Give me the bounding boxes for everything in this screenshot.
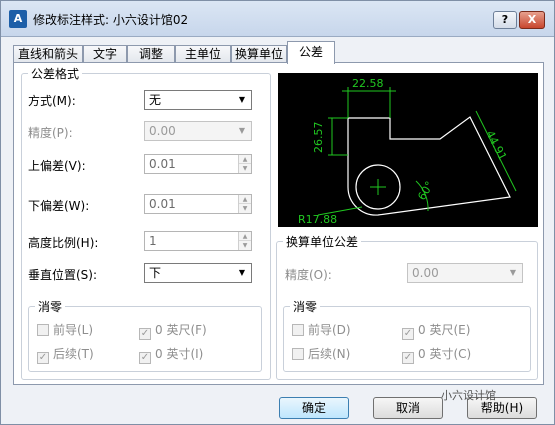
- vertical-position-label: 垂直位置(S):: [28, 268, 98, 282]
- precision-select[interactable]: 0.00 ▼: [144, 121, 252, 141]
- dim-text-left: 26.57: [312, 122, 325, 154]
- alt-trailing-label: 后续(N): [308, 347, 351, 361]
- spin-down-icon[interactable]: ▼: [239, 241, 251, 250]
- tab-text[interactable]: 文字: [83, 45, 127, 63]
- feet-label: 0 英尺(F): [155, 323, 207, 337]
- checkmark-icon[interactable]: ✓: [139, 352, 151, 364]
- alt-inches-checkbox[interactable]: ✓ 0 英寸(C): [402, 345, 471, 364]
- lower-deviation-input[interactable]: 0.01 ▲ ▼: [144, 194, 252, 214]
- checkbox-box[interactable]: [292, 348, 304, 360]
- method-select[interactable]: 无 ▼: [144, 90, 252, 110]
- checkmark-icon[interactable]: ✓: [37, 352, 49, 364]
- chevron-down-icon: ▼: [238, 126, 246, 135]
- alt-precision-label: 精度(O):: [285, 268, 332, 282]
- checkbox-box[interactable]: [292, 324, 304, 336]
- dim-text-right: 44.91: [483, 128, 509, 162]
- dimension-preview: 22.58 26.57 44.91 60° R17.88: [278, 73, 538, 227]
- precision-value: 0.00: [149, 124, 176, 138]
- help-title-button[interactable]: ?: [493, 11, 517, 29]
- ok-button[interactable]: 确定: [279, 397, 349, 419]
- group-title: 公差格式: [28, 65, 83, 82]
- leading-label: 前导(L): [53, 323, 94, 337]
- upper-deviation-input[interactable]: 0.01 ▲ ▼: [144, 154, 252, 174]
- cancel-button[interactable]: 取消: [373, 397, 443, 419]
- inches-checkbox[interactable]: ✓ 0 英寸(I): [139, 345, 203, 364]
- lower-deviation-label: 下偏差(W):: [28, 199, 90, 213]
- checkmark-icon[interactable]: ✓: [402, 352, 414, 364]
- alt-leading-checkbox[interactable]: 前导(D): [292, 321, 351, 338]
- method-value: 无: [149, 93, 162, 107]
- tab-lines-arrows[interactable]: 直线和箭头: [13, 45, 83, 63]
- dialog-window: A 修改标注样式: 小六设计馆02 ? X 直线和箭头 文字 调整 主单位 换算…: [0, 0, 555, 425]
- watermark: 小六设计馆: [441, 389, 496, 402]
- checkmark-icon[interactable]: ✓: [139, 328, 151, 340]
- chevron-down-icon: ▼: [509, 268, 517, 277]
- tolerance-format-group: 公差格式 方式(M): 无 ▼ 精度(P): 0.00 ▼ 上偏差(V): 0.…: [21, 65, 271, 380]
- method-label: 方式(M):: [28, 94, 76, 108]
- tab-fit[interactable]: 调整: [127, 45, 175, 63]
- close-button[interactable]: X: [519, 11, 545, 29]
- spinner-buttons[interactable]: ▲ ▼: [238, 195, 251, 213]
- checkbox-box[interactable]: [37, 324, 49, 336]
- height-scale-input[interactable]: 1 ▲ ▼: [144, 231, 252, 251]
- spin-down-icon[interactable]: ▼: [239, 164, 251, 173]
- alt-unit-tolerance-group: 换算单位公差 精度(O): 0.00 ▼ 消零 前导(D) 后续(N) ✓ 0 英…: [276, 233, 538, 380]
- tab-panel: 公差格式 方式(M): 无 ▼ 精度(P): 0.00 ▼ 上偏差(V): 0.…: [13, 62, 544, 385]
- spin-up-icon[interactable]: ▲: [239, 195, 251, 204]
- trailing-checkbox[interactable]: ✓ 后续(T): [37, 345, 94, 364]
- preview-drawing: 22.58 26.57 44.91 60° R17.88: [298, 77, 517, 226]
- inches-label: 0 英寸(I): [155, 347, 204, 361]
- upper-deviation-label: 上偏差(V):: [28, 159, 86, 173]
- trailing-label: 后续(T): [53, 347, 94, 361]
- alt-feet-label: 0 英尺(E): [418, 323, 471, 337]
- group-title: 换算单位公差: [283, 233, 362, 250]
- alt-precision-value: 0.00: [412, 266, 439, 280]
- chevron-down-icon: ▼: [238, 268, 246, 277]
- alt-zero-suppression-group: 消零 前导(D) 后续(N) ✓ 0 英尺(E) ✓ 0 英寸(C): [283, 298, 531, 372]
- spinner-buttons[interactable]: ▲ ▼: [238, 232, 251, 250]
- alt-zero-suppression-title: 消零: [290, 298, 321, 315]
- leading-checkbox[interactable]: 前导(L): [37, 321, 93, 338]
- autocad-icon: A: [9, 10, 27, 28]
- spin-up-icon[interactable]: ▲: [239, 155, 251, 164]
- vertical-position-select[interactable]: 下 ▼: [144, 263, 252, 283]
- height-scale-value: 1: [149, 234, 157, 248]
- part-outline: [347, 116, 511, 216]
- alt-feet-checkbox[interactable]: ✓ 0 英尺(E): [402, 321, 470, 340]
- zero-suppression-group: 消零 前导(L) ✓ 后续(T) ✓ 0 英尺(F) ✓ 0 英寸(I): [28, 298, 262, 372]
- lower-deviation-value: 0.01: [149, 197, 176, 211]
- tab-primary-units[interactable]: 主单位: [175, 45, 231, 63]
- upper-deviation-value: 0.01: [149, 157, 176, 171]
- tab-tolerances[interactable]: 公差: [287, 41, 335, 64]
- checkmark-icon[interactable]: ✓: [402, 328, 414, 340]
- dim-text-radius: R17.88: [298, 213, 337, 226]
- alt-trailing-checkbox[interactable]: 后续(N): [292, 345, 350, 362]
- dim-text-angle: 60°: [415, 179, 436, 202]
- vertical-position-value: 下: [149, 266, 162, 280]
- tab-alternate-units[interactable]: 换算单位: [231, 45, 287, 63]
- dimension-texts: 22.58 26.57 44.91 60° R17.88: [298, 77, 509, 226]
- spin-down-icon[interactable]: ▼: [239, 204, 251, 213]
- window-title: 修改标注样式: 小六设计馆02: [33, 13, 189, 27]
- title-bar: A 修改标注样式: 小六设计馆02 ? X: [1, 1, 554, 37]
- height-scale-label: 高度比例(H):: [28, 236, 99, 250]
- chevron-down-icon: ▼: [238, 95, 246, 104]
- spinner-buttons[interactable]: ▲ ▼: [238, 155, 251, 173]
- dim-text-top: 22.58: [352, 77, 384, 90]
- alt-leading-label: 前导(D): [308, 323, 351, 337]
- alt-inches-label: 0 英寸(C): [418, 347, 472, 361]
- zero-suppression-title: 消零: [35, 298, 66, 315]
- precision-label: 精度(P):: [28, 126, 73, 140]
- feet-checkbox[interactable]: ✓ 0 英尺(F): [139, 321, 207, 340]
- alt-precision-select[interactable]: 0.00 ▼: [407, 263, 523, 283]
- spin-up-icon[interactable]: ▲: [239, 232, 251, 241]
